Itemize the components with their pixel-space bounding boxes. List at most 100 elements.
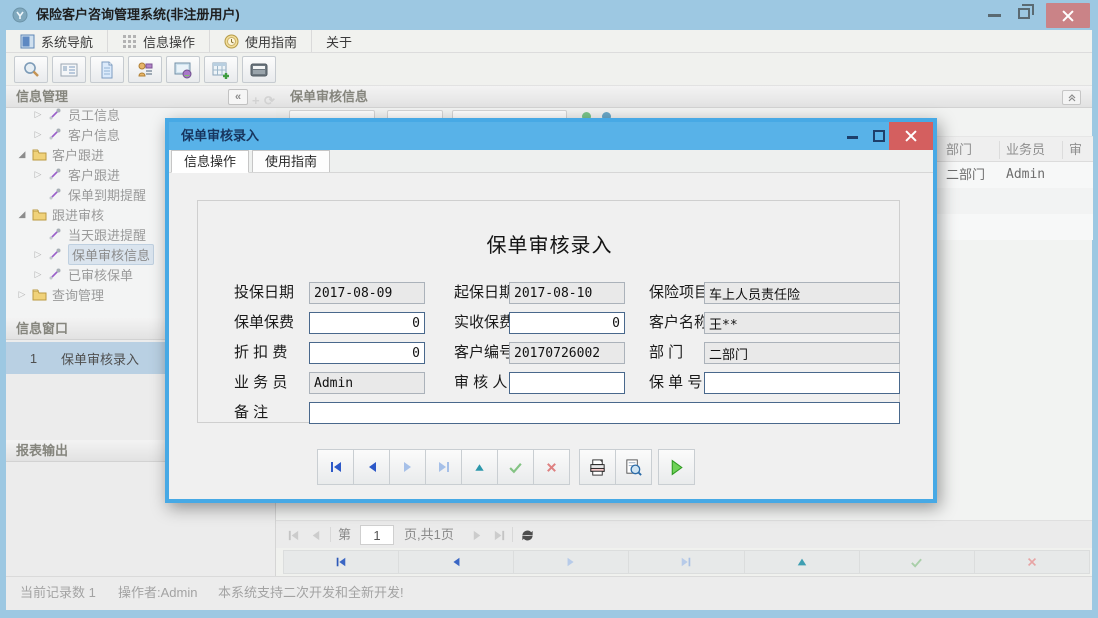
field-label: 投保日期 (234, 282, 294, 304)
field-label: 起保日期 (454, 282, 514, 304)
nav-last-button[interactable] (629, 550, 744, 574)
window-title: 保险客户咨询管理系统(非注册用户) (36, 0, 240, 30)
expand-arrow-icon[interactable]: ▷ (30, 129, 46, 140)
collapse-left-button[interactable]: « (228, 89, 248, 105)
dialog-minimize-button[interactable] (847, 136, 858, 139)
pager-last-button[interactable] (490, 526, 508, 544)
record-prev-button[interactable] (353, 449, 390, 485)
dialog-toolbar (318, 449, 695, 485)
print-button[interactable] (579, 449, 616, 485)
document-tool-button[interactable] (90, 56, 124, 83)
collapse-arrow-icon[interactable]: ◢ (14, 209, 30, 220)
contact-card-tool-button[interactable] (52, 56, 86, 83)
nav-first-button[interactable] (283, 550, 399, 574)
menu-user-guide[interactable]: 使用指南 (210, 30, 312, 52)
field-label: 客户编号 (454, 342, 514, 364)
apply-date-field[interactable] (309, 282, 425, 304)
nav-cancel-button[interactable] (975, 550, 1090, 574)
app-logo-icon (12, 7, 28, 23)
expand-arrow-icon[interactable]: ▷ (30, 169, 46, 180)
clock-icon (224, 34, 239, 49)
remark-field[interactable] (309, 402, 900, 424)
folder-icon (30, 286, 48, 302)
premium-field[interactable] (309, 312, 425, 334)
expand-arrow-icon[interactable]: ▷ (14, 289, 30, 300)
tab-info-ops[interactable]: 信息操作 (171, 150, 249, 173)
nav-edit-button[interactable] (745, 550, 860, 574)
dialog-maximize-button[interactable] (873, 130, 885, 142)
grid-dots-icon (122, 34, 137, 49)
dialog-body: 保单审核录入 投保日期 起保日期 保险项目 保单保费 实收保费 客户名称 折 扣… (169, 173, 933, 499)
last-record-icon (680, 556, 692, 568)
received-premium-field[interactable] (509, 312, 625, 334)
nav-post-button[interactable] (860, 550, 975, 574)
menu-info-ops[interactable]: 信息操作 (108, 30, 210, 52)
policy-audit-table: 部门 业务员 审核 二部门 Admin (929, 136, 1092, 240)
user-report-tool-button[interactable] (128, 56, 162, 83)
field-label: 折 扣 费 (234, 342, 287, 364)
field-label: 审 核 人 (454, 372, 507, 394)
pager-prev-button[interactable] (306, 526, 324, 544)
execute-button[interactable] (658, 449, 695, 485)
pager-next-button[interactable] (468, 526, 486, 544)
minimize-button[interactable] (988, 14, 1001, 17)
folder-icon (30, 146, 48, 162)
record-edit-button[interactable] (461, 449, 498, 485)
customer-no-field[interactable] (509, 342, 625, 364)
expand-arrow-icon[interactable]: ▷ (30, 109, 46, 120)
check-icon (508, 460, 523, 475)
menu-system-nav[interactable]: 系统导航 (6, 30, 108, 52)
panel-tool-button[interactable] (242, 56, 276, 83)
nav-prev-button[interactable] (399, 550, 514, 574)
restore-button[interactable] (1018, 8, 1030, 19)
record-cancel-button[interactable] (533, 449, 570, 485)
window-grid-icon (20, 34, 35, 49)
collapse-up-button[interactable] (1062, 90, 1081, 105)
tool-icon (46, 108, 64, 122)
collapse-arrow-icon[interactable]: ◢ (14, 149, 30, 160)
discount-field[interactable] (309, 342, 425, 364)
first-record-icon (335, 556, 347, 568)
dialog-close-button[interactable] (889, 122, 933, 150)
record-first-button[interactable] (317, 449, 354, 485)
refresh-icon[interactable] (518, 526, 536, 544)
search-tool-button[interactable] (14, 56, 48, 83)
print-preview-button[interactable] (615, 449, 652, 485)
next-record-icon (565, 556, 577, 568)
pager-page-input[interactable] (360, 525, 394, 545)
tool-icon (46, 126, 64, 142)
expand-arrow-icon[interactable]: ▷ (30, 249, 46, 260)
field-label: 保 单 号 (649, 372, 702, 394)
pager-first-button[interactable] (284, 526, 302, 544)
column-header[interactable]: 业务员 (1006, 137, 1045, 163)
chevron-up-icon (1067, 93, 1077, 103)
folder-icon (30, 206, 48, 222)
tab-user-guide[interactable]: 使用指南 (252, 150, 330, 172)
record-next-button[interactable] (389, 449, 426, 485)
table-row[interactable] (930, 188, 1093, 214)
insurance-project-field[interactable] (704, 282, 900, 304)
auditor-field[interactable] (509, 372, 625, 394)
policy-no-field[interactable] (704, 372, 900, 394)
monitor-tool-button[interactable] (166, 56, 200, 83)
record-last-button[interactable] (425, 449, 462, 485)
column-header[interactable]: 部门 (946, 137, 972, 163)
sidebar-panel-info-header: 信息管理 « + ⟳ (6, 86, 276, 108)
customer-name-field[interactable] (704, 312, 900, 334)
play-icon (668, 459, 685, 476)
record-post-button[interactable] (497, 449, 534, 485)
table-row[interactable]: 二部门 Admin (930, 162, 1093, 188)
form-title: 保单审核录入 (198, 229, 901, 258)
expand-arrow-icon[interactable]: ▷ (30, 269, 46, 280)
nav-next-button[interactable] (514, 550, 629, 574)
salesman-field[interactable] (309, 372, 425, 394)
table-add-tool-button[interactable] (204, 56, 238, 83)
field-label: 部 门 (649, 342, 683, 364)
record-count-label: 当前记录数 1 (20, 577, 96, 609)
start-date-field[interactable] (509, 282, 625, 304)
table-row[interactable] (930, 214, 1093, 240)
close-button[interactable] (1046, 3, 1090, 28)
department-field[interactable] (704, 342, 900, 364)
prev-record-icon (450, 556, 462, 568)
menu-about[interactable]: 关于 (312, 30, 366, 52)
